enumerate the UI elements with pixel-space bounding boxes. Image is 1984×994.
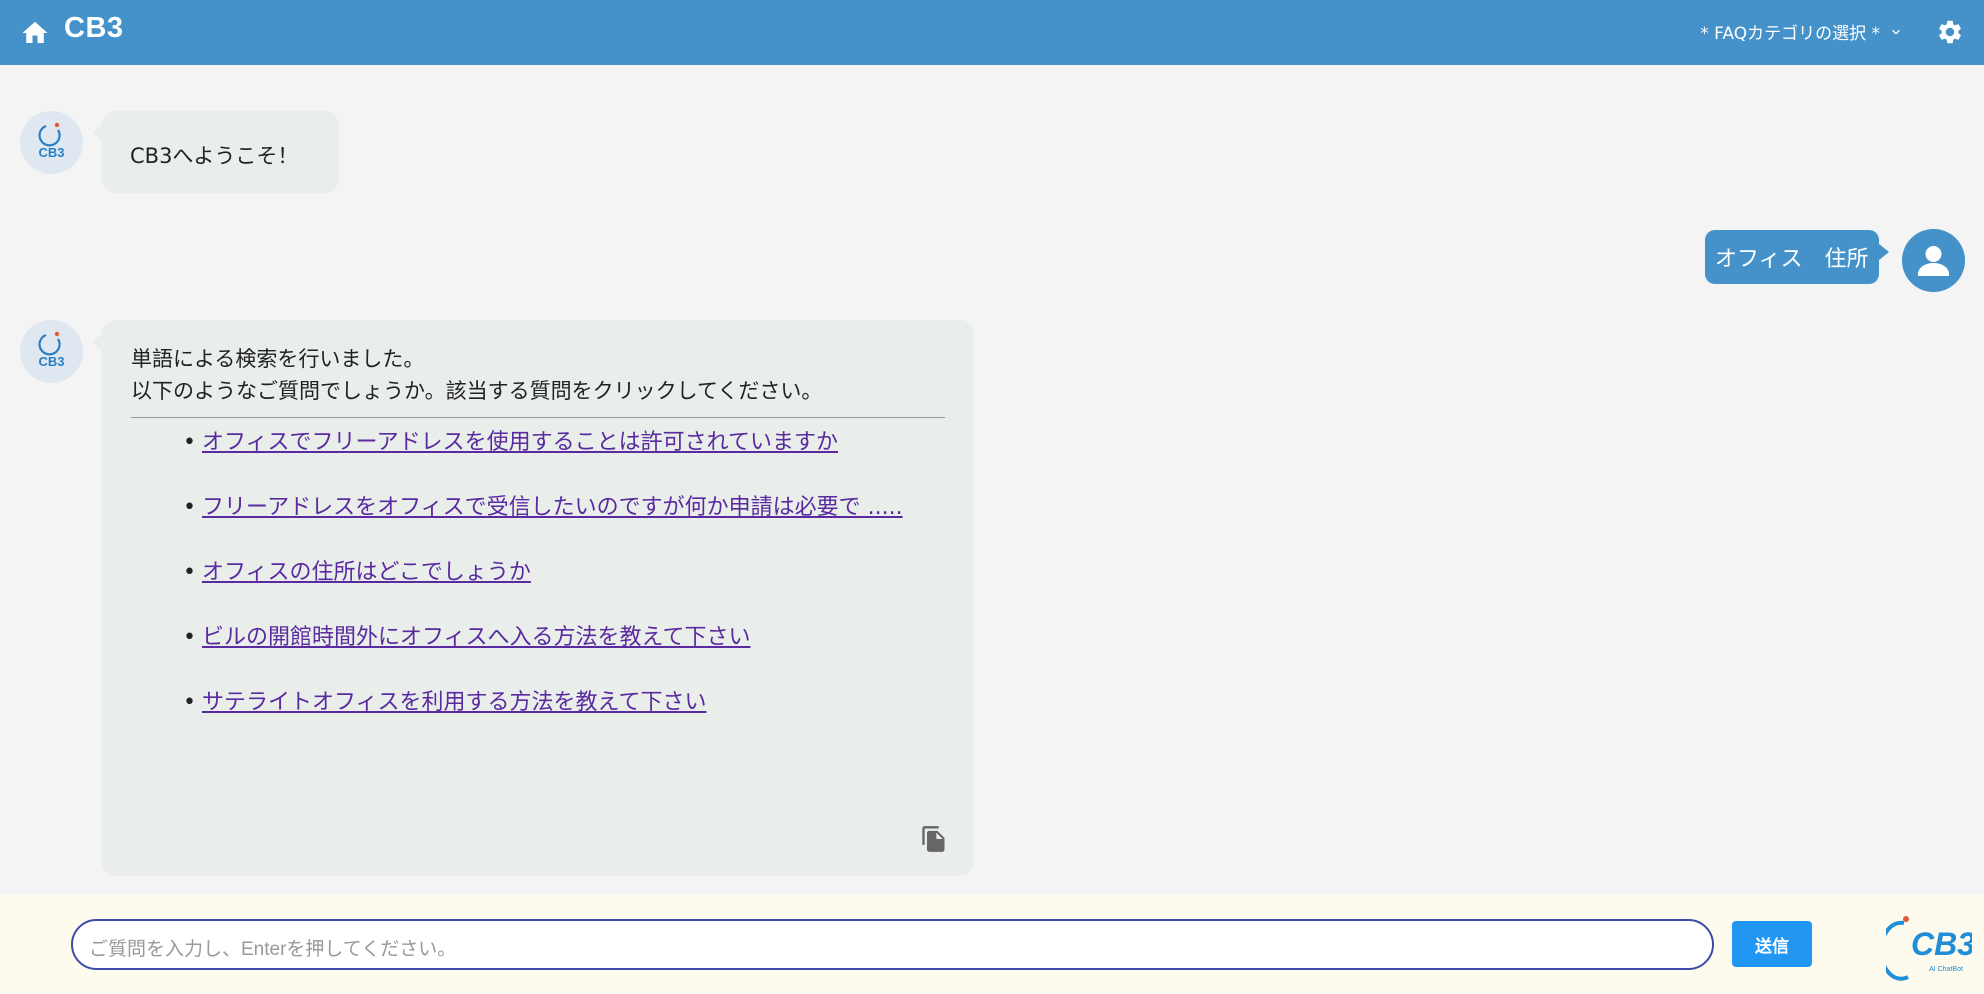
list-item: フリーアドレスをオフィスで受信したいのですが何か申請は必要で ..... — [183, 491, 945, 556]
answer-line-2: 以下のようなご質問でしょうか。該当する質問をクリックしてください。 — [131, 379, 823, 403]
chevron-down-icon — [1892, 29, 1900, 35]
divider — [131, 417, 945, 418]
send-button-label: 送信 — [1755, 936, 1789, 957]
bot-avatar: CB3 — [20, 111, 83, 174]
app-title: CB3 — [64, 12, 124, 44]
cb3-logo: CB3 AI ChatBot — [1886, 916, 1972, 981]
faq-category-select[interactable]: * FAQカテゴリの選択 * — [1700, 19, 1904, 44]
user-message-text: オフィス 住所 — [1715, 247, 1869, 272]
user-avatar-icon — [1902, 229, 1965, 292]
input-footer: ご質問を入力し、Enterを押してください。 送信 CB3 AI ChatBot — [0, 895, 1984, 994]
app-header: CB3 * FAQカテゴリの選択 * — [0, 0, 1984, 65]
bot-answer: 単語による検索を行いました。 以下のようなご質問でしょうか。該当する質問をクリッ… — [92, 320, 974, 876]
faq-link[interactable]: オフィスでフリーアドレスを使用することは許可されていますか — [202, 430, 838, 455]
chat-area[interactable]: CB3 CB3へようこそ！ オフィス 住所 CB3 単語による検索を行いました。… — [0, 65, 1984, 895]
faq-list: オフィスでフリーアドレスを使用することは許可されていますか フリーアドレスをオフ… — [131, 426, 945, 751]
faq-link[interactable]: オフィスの住所はどこでしょうか — [202, 560, 531, 585]
copy-icon[interactable] — [920, 824, 948, 854]
list-item: オフィスでフリーアドレスを使用することは許可されていますか — [183, 426, 945, 491]
faq-link[interactable]: サテライトオフィスを利用する方法を教えて下さい — [202, 690, 706, 715]
list-item: ビルの開館時間外にオフィスへ入る方法を教えて下さい — [183, 621, 945, 686]
logo-subtext: AI ChatBot — [1929, 966, 1963, 973]
user-message: オフィス 住所 — [1705, 230, 1889, 284]
welcome-message: CB3へようこそ！ — [92, 111, 339, 193]
list-item: オフィスの住所はどこでしょうか — [183, 556, 945, 621]
logo-text: CB3 — [1911, 926, 1972, 962]
welcome-text: CB3へようこそ！ — [130, 144, 299, 168]
question-input[interactable]: ご質問を入力し、Enterを押してください。 — [71, 919, 1714, 970]
list-item: サテライトオフィスを利用する方法を教えて下さい — [183, 686, 945, 751]
bot-avatar-text: CB3 — [38, 354, 64, 369]
faq-link[interactable]: ビルの開館時間外にオフィスへ入る方法を教えて下さい — [202, 625, 750, 650]
answer-line-1: 単語による検索を行いました。 — [131, 347, 425, 371]
faq-link[interactable]: フリーアドレスをオフィスで受信したいのですが何か申請は必要で ..... — [202, 495, 903, 520]
send-button[interactable]: 送信 — [1732, 921, 1812, 967]
bot-avatar-text: CB3 — [38, 145, 64, 160]
faq-category-label: * FAQカテゴリの選択 * — [1700, 24, 1880, 44]
question-input-placeholder: ご質問を入力し、Enterを押してください。 — [89, 939, 457, 960]
home-icon[interactable] — [20, 18, 50, 48]
bot-avatar: CB3 — [20, 320, 83, 383]
gear-icon[interactable] — [1936, 18, 1964, 46]
